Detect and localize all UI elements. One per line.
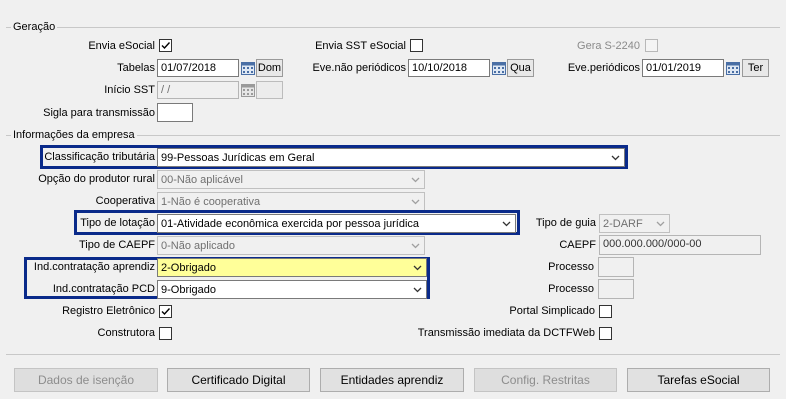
pcd-value: 9-Obrigado	[161, 284, 217, 296]
produtor-rural-select[interactable]: 00-Não aplicável	[157, 170, 425, 189]
tipo-caepf-label: Tipo de CAEPF	[78, 239, 155, 251]
classificacao-label: Classificação tributária	[44, 151, 155, 163]
inicio-sst-date-field[interactable]: / /	[157, 81, 239, 99]
registro-eletronico-checkbox[interactable]	[159, 305, 172, 318]
chevron-down-icon	[413, 287, 422, 293]
transmissao-dctf-label: Transmissão imediata da DCTFWeb	[417, 327, 595, 339]
calendar-icon[interactable]	[726, 61, 740, 75]
tipo-lotacao-label: Tipo de lotação	[80, 217, 155, 229]
config-restritas-button[interactable]: Config. Restritas	[474, 368, 617, 392]
tipo-guia-select[interactable]: 2-DARF	[599, 214, 670, 233]
cooperativa-select[interactable]: 1-Não é cooperativa	[157, 192, 425, 211]
calendar-icon[interactable]	[492, 61, 506, 75]
portal-simplificado-label: Portal Simplicado	[509, 305, 595, 317]
geracao-group	[6, 27, 780, 28]
geracao-title: Geração	[11, 20, 58, 34]
tipo-guia-value: 2-DARF	[603, 218, 643, 230]
tipo-caepf-value: 0-Não aplicado	[161, 240, 235, 252]
certificado-digital-button[interactable]: Certificado Digital	[167, 368, 310, 392]
pcd-processo-field[interactable]	[598, 279, 634, 299]
gera-s2240-checkbox[interactable]	[645, 39, 658, 52]
tabelas-label: Tabelas	[117, 62, 155, 74]
aprendiz-processo-field[interactable]	[598, 257, 634, 277]
construtora-label: Construtora	[97, 327, 155, 339]
aprendiz-select[interactable]: 2-Obrigado	[157, 258, 427, 277]
eve-nao-periodicos-label: Eve.não periódicos	[312, 62, 406, 74]
tipo-guia-label: Tipo de guia	[535, 217, 596, 229]
sigla-label: Sigla para transmissão	[43, 107, 155, 119]
classificacao-select[interactable]: 99-Pessoas Jurídicas em Geral	[157, 148, 625, 167]
tipo-lotacao-value: 01-Atividade econômica exercida por pess…	[161, 218, 420, 230]
caepf-field[interactable]: 000.000.000/000-00	[599, 235, 761, 255]
registro-eletronico-label: Registro Eletrônico	[62, 305, 155, 317]
check-icon	[161, 308, 171, 316]
eve-periodicos-date-field[interactable]: 01/01/2019	[642, 59, 724, 77]
caepf-label: CAEPF	[559, 239, 596, 251]
envia-sst-label: Envia SST eSocial	[315, 40, 406, 52]
eve-periodicos-day-button[interactable]: Ter	[742, 59, 769, 77]
envia-esocial-label: Envia eSocial	[88, 40, 155, 52]
produtor-rural-value: 00-Não aplicável	[161, 174, 243, 186]
tipo-caepf-select[interactable]: 0-Não aplicado	[157, 236, 425, 255]
chevron-down-icon	[502, 221, 511, 227]
check-icon	[161, 42, 171, 50]
construtora-checkbox[interactable]	[159, 327, 172, 340]
chevron-down-icon	[411, 177, 420, 183]
dados-isencao-button[interactable]: Dados de isenção	[14, 368, 158, 392]
entidades-aprendiz-button[interactable]: Entidades aprendiz	[320, 368, 464, 392]
cooperativa-label: Cooperativa	[95, 195, 155, 207]
chevron-down-icon	[413, 265, 422, 271]
envia-sst-checkbox[interactable]	[410, 39, 423, 52]
aprendiz-value: 2-Obrigado	[161, 262, 217, 274]
tabelas-date-field[interactable]: 01/07/2018	[157, 59, 239, 77]
cooperativa-value: 1-Não é cooperativa	[161, 196, 261, 208]
sigla-field[interactable]	[157, 103, 193, 122]
tarefas-esocial-button[interactable]: Tarefas eSocial	[627, 368, 770, 392]
pcd-processo-label: Processo	[548, 283, 594, 295]
pcd-select[interactable]: 9-Obrigado	[157, 280, 427, 299]
tabelas-day-button[interactable]: Dom	[256, 59, 283, 77]
chevron-down-icon	[611, 155, 620, 161]
transmissao-dctf-checkbox[interactable]	[599, 327, 612, 340]
inicio-sst-day-button[interactable]	[256, 81, 283, 99]
chevron-down-icon	[656, 221, 665, 227]
chevron-down-icon	[411, 199, 420, 205]
portal-simplificado-checkbox[interactable]	[599, 305, 612, 318]
envia-esocial-checkbox[interactable]	[159, 39, 172, 52]
aprendiz-label: Ind.contratação aprendiz	[33, 261, 155, 273]
aprendiz-processo-label: Processo	[548, 261, 594, 273]
calendar-icon[interactable]	[241, 83, 255, 97]
bottom-divider	[6, 354, 780, 355]
inicio-sst-label: Início SST	[104, 84, 155, 96]
calendar-icon[interactable]	[241, 61, 255, 75]
empresa-title: Informações da empresa	[11, 128, 137, 142]
classificacao-value: 99-Pessoas Jurídicas em Geral	[161, 152, 315, 164]
produtor-rural-label: Opção do produtor rural	[38, 173, 155, 185]
pcd-label: Ind.contratação PCD	[52, 283, 155, 295]
eve-nao-periodicos-date-field[interactable]: 10/10/2018	[408, 59, 490, 77]
tipo-lotacao-select[interactable]: 01-Atividade econômica exercida por pess…	[157, 214, 516, 233]
eve-periodicos-label: Eve.periódicos	[567, 62, 640, 74]
gera-s2240-label: Gera S-2240	[577, 40, 640, 52]
eve-nao-periodicos-day-button[interactable]: Qua	[507, 59, 534, 77]
chevron-down-icon	[411, 243, 420, 249]
